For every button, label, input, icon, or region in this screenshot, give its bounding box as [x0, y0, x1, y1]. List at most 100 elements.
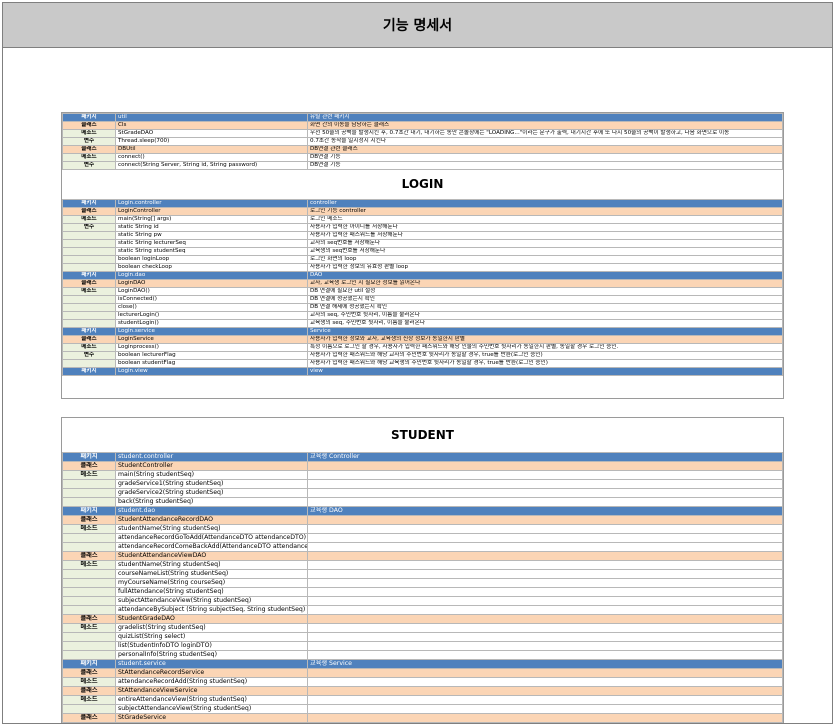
- spec-row-var: static String studentSeq 교육생의 seq번호를 저장해둔…: [62, 247, 783, 256]
- name-cell: attendanceRecordAdd(String studentSeq): [115, 677, 308, 687]
- desc-cell: [307, 497, 783, 507]
- name-cell: studentName(String studentSeq): [115, 560, 308, 570]
- desc-cell: DB연결 기능: [307, 161, 783, 170]
- name-cell: student.controller: [115, 452, 308, 462]
- name-cell: Cls: [115, 121, 308, 130]
- kind-cell: 클래스: [62, 713, 116, 723]
- kind-cell: [62, 319, 116, 328]
- kind-cell: 클래스: [62, 551, 116, 561]
- name-cell: studentName(String studentSeq): [115, 524, 308, 534]
- spec-row-mth: 메소드 main(String[] args) 로그인 메소드: [62, 215, 783, 224]
- desc-cell: [307, 704, 783, 714]
- name-cell: student.dao: [115, 506, 308, 516]
- kind-cell: 메소드: [62, 153, 116, 162]
- desc-cell: controller: [307, 199, 783, 208]
- spec-row-mth: 메소드 Loginprocess() 특정 이름으로 로그인 할 경우, 사용자가 …: [62, 343, 783, 352]
- kind-cell: 메소드: [62, 129, 116, 138]
- desc-cell: 사용자가 입력한 아이디를 저장해둔다: [307, 223, 783, 232]
- desc-cell: [307, 488, 783, 498]
- kind-cell: [62, 704, 116, 714]
- kind-cell: 메소드: [62, 677, 116, 687]
- spec-row-cls: 클래스 StAttendanceRecordService: [62, 668, 783, 678]
- name-cell: gradelist(String studentSeq): [115, 623, 308, 633]
- kind-cell: 클래스: [62, 279, 116, 288]
- name-cell: StAttendanceViewService: [115, 686, 308, 696]
- kind-cell: [62, 641, 116, 651]
- spec-row-cls: 클래스 LoginDAO 교사, 교육생 로그인 시 필요한 정보를 읽어온다: [62, 279, 783, 288]
- spec-row-mth: studentLogin() 교육생의 seq, 주민번호 뒷자리, 이름을 불러…: [62, 319, 783, 328]
- spec-row-cls: 클래스 StudentAttendanceViewDAO: [62, 551, 783, 561]
- desc-cell: 교사, 교육생 로그인 시 필요한 정보를 읽어온다: [307, 279, 783, 288]
- desc-cell: DB연결 기능: [307, 153, 783, 162]
- desc-cell: [307, 677, 783, 687]
- name-cell: main(String studentSeq): [115, 470, 308, 480]
- name-cell: Login.service: [115, 327, 308, 336]
- name-cell: StudentAttendanceViewDAO: [115, 551, 308, 561]
- desc-cell: [307, 470, 783, 480]
- desc-cell: [307, 623, 783, 633]
- spec-row-cls: 클래스 StAttendanceViewService: [62, 686, 783, 696]
- student-table: 패키지 student.controller 교육생 Controller 클래스 St…: [62, 452, 783, 723]
- spec-row-pkg: 패키지 Login.service Service: [62, 327, 783, 336]
- spec-row-mth: 메소드 LoginDAO() DB 연결에 필요한 util 설정: [62, 287, 783, 296]
- desc-cell: Service: [307, 327, 783, 336]
- kind-cell: 클래스: [62, 461, 116, 471]
- desc-cell: [307, 578, 783, 588]
- kind-cell: 패키지: [62, 452, 116, 462]
- spec-row-mth: lecturerLogin() 교사의 seq, 주민번호 뒷자리, 이름을 불러…: [62, 311, 783, 320]
- spec-row-mth: 메소드 studentName(String studentSeq): [62, 560, 783, 570]
- desc-cell: [307, 461, 783, 471]
- spec-row-cls: 클래스 DBUtil DB연결 관련 클래스: [62, 145, 783, 154]
- spec-row-mth: gradeService2(String studentSeq): [62, 488, 783, 498]
- name-cell: Login.view: [115, 367, 308, 376]
- desc-cell: 로그인 기능 controller: [307, 207, 783, 216]
- name-cell: StAttendanceRecordService: [115, 668, 308, 678]
- name-cell: attendanceRecordComeBackAdd(AttendanceDT…: [115, 542, 308, 552]
- kind-cell: [62, 231, 116, 240]
- name-cell: Thread.sleep(700): [115, 137, 308, 146]
- spec-row-pkg: 패키지 Login.dao DAO: [62, 271, 783, 280]
- spec-row-mth: subjectAttendanceView(String studentSeq): [62, 704, 783, 714]
- kind-cell: [62, 311, 116, 320]
- name-cell: list(StudentInfoDTO loginDTO): [115, 641, 308, 651]
- name-cell: StGradeDAO: [115, 129, 308, 138]
- desc-cell: [307, 695, 783, 705]
- name-cell: personalInfo(String studentSeq): [115, 650, 308, 660]
- desc-cell: view: [307, 367, 783, 376]
- spec-row-pkg: 패키지 student.dao 교육생 DAO: [62, 506, 783, 516]
- spec-row-cls: 클래스 LoginController 로그인 기능 controller: [62, 207, 783, 216]
- desc-cell: DB연결 관련 클래스: [307, 145, 783, 154]
- name-cell: DBUtil: [115, 145, 308, 154]
- spec-row-pkg: 패키지 Login.controller controller: [62, 199, 783, 208]
- name-cell: boolean loginLoop: [115, 255, 308, 264]
- kind-cell: 변수: [62, 351, 116, 360]
- name-cell: static String id: [115, 223, 308, 232]
- spec-row-mth: 메소드 studentName(String studentSeq): [62, 524, 783, 534]
- kind-cell: [62, 295, 116, 304]
- kind-cell: 메소드: [62, 287, 116, 296]
- spec-row-var: boolean studentFlag 사용자가 입력한 패스워드와 해당 교육생…: [62, 359, 783, 368]
- kind-cell: 패키지: [62, 327, 116, 336]
- kind-cell: 패키지: [62, 659, 116, 669]
- kind-cell: [62, 569, 116, 579]
- name-cell: close(): [115, 303, 308, 312]
- spec-row-pkg: 패키지 student.service 교육생 Service: [62, 659, 783, 669]
- kind-cell: 변수: [62, 223, 116, 232]
- desc-cell: DB 연결 해제에 성공했는지 확인: [307, 303, 783, 312]
- desc-cell: 교육생 Service: [307, 659, 783, 669]
- name-cell: util: [115, 113, 308, 122]
- name-cell: myCourseName(String courseSeq): [115, 578, 308, 588]
- desc-cell: [307, 605, 783, 615]
- util-table: 패키지 util 유틸 관련 패키지 클래스 Cls 화면 간의 이동을 담당하는 클래스…: [62, 113, 783, 170]
- kind-cell: 메소드: [62, 695, 116, 705]
- desc-cell: [307, 560, 783, 570]
- desc-cell: [307, 668, 783, 678]
- spec-row-pkg: 패키지 util 유틸 관련 패키지: [62, 113, 783, 122]
- spec-row-mth: list(StudentInfoDTO loginDTO): [62, 641, 783, 651]
- desc-cell: [307, 551, 783, 561]
- name-cell: LoginDAO: [115, 279, 308, 288]
- name-cell: LoginDAO(): [115, 287, 308, 296]
- desc-cell: 우선 50줄의 공백을 발생시킨 후, 0.7초간 대기, 대기하는 동안 콘솔…: [307, 129, 783, 138]
- name-cell: attendanceBySubject (String subjectSeq, …: [115, 605, 308, 615]
- kind-cell: [62, 247, 116, 256]
